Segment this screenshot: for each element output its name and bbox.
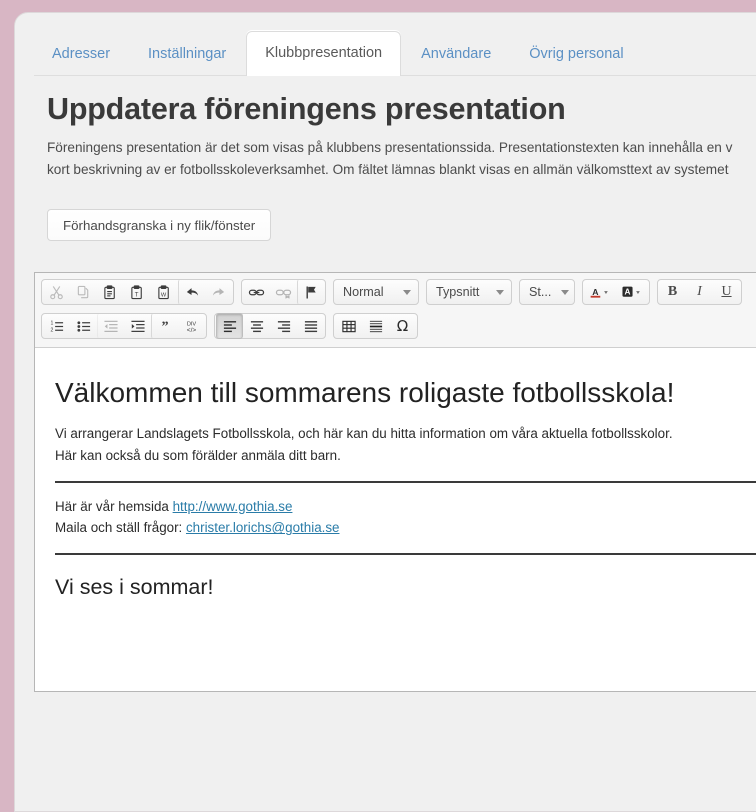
undo-icon[interactable] [178,279,205,305]
content-email-label: Maila och ställ frågor: [55,520,186,536]
svg-text:A: A [592,286,599,296]
content-homepage-label: Här är vår hemsida [55,498,173,514]
content-paragraph-1-line-2: Här kan också du som förälder anmäla dit… [55,447,341,463]
horizontal-rule-icon[interactable] [362,313,389,339]
content-heading-1: Välkommen till sommarens roligaste fotbo… [55,377,675,408]
toolbar-group-list: 1 2 ” DIV </> [41,313,207,339]
svg-text:1: 1 [50,320,53,326]
tab-anvandare[interactable]: Användare [403,31,509,76]
italic-label: I [697,284,702,299]
redo-icon[interactable] [205,279,232,305]
table-icon[interactable] [335,313,362,339]
align-right-icon[interactable] [270,313,297,339]
copy-icon[interactable] [70,279,97,305]
toolbar-group-color: A A [582,279,650,305]
toolbar-group-link [241,279,326,305]
tab-bar: Adresser Inställningar Klubbpresentation… [34,20,756,76]
svg-text:A: A [625,287,631,296]
page-title: Uppdatera föreningens presentation [47,92,566,126]
paste-word-icon[interactable]: W [151,279,178,305]
svg-text:W: W [161,292,167,298]
chevron-down-icon [403,289,411,295]
anchor-flag-icon[interactable] [297,279,324,305]
homepage-link[interactable]: http://www.gothia.se [173,499,293,514]
toolbar-group-insert: Ω [333,313,418,339]
font-family-select[interactable]: Typsnitt [426,279,512,305]
paragraph-format-select[interactable]: Normal [333,279,419,305]
text-color-icon[interactable]: A [584,279,616,305]
svg-text:”: ” [161,319,168,334]
svg-text:</>: </> [187,327,197,334]
email-link[interactable]: christer.lorichs@gothia.se [186,520,340,535]
paste-icon[interactable] [97,279,124,305]
cut-icon[interactable] [43,279,70,305]
tab-ovrig-personal[interactable]: Övrig personal [511,31,641,76]
align-justify-icon[interactable] [297,313,324,339]
toolbar-group-align [214,313,326,339]
editor-toolbar-row-1: T W Normal Typsnitt St... A A B I U [35,273,756,307]
font-size-value: St... [529,285,552,299]
svg-text:T: T [135,291,139,298]
chevron-down-icon [496,289,504,295]
omega-label: Ω [396,317,409,335]
numbered-list-icon[interactable]: 1 2 [43,313,70,339]
content-heading-2: Vi ses i sommar! [55,575,214,600]
tab-klubbpresentation[interactable]: Klubbpresentation [246,31,402,76]
toolbar-group-style: B I U [657,279,742,305]
underline-label: U [721,284,732,299]
preview-in-new-tab-button[interactable]: Förhandsgranska i ny flik/fönster [47,209,272,241]
bold-label: B [667,284,678,299]
outdent-icon[interactable] [97,313,124,339]
editor-toolbar-row-2: 1 2 ” DIV </> Ω [35,307,756,341]
content-horizontal-rule-2 [55,553,756,556]
font-size-select[interactable]: St... [519,279,575,305]
italic-icon[interactable]: I [686,279,713,305]
blockquote-icon[interactable]: ” [151,313,178,339]
content-paragraph-2: Här är vår hemsida http://www.gothia.se … [55,496,756,540]
content-paragraph-1-line-1: Vi arrangerar Landslagets Fotbollsskola,… [55,426,673,441]
align-left-icon[interactable] [216,313,243,339]
paste-text-icon[interactable]: T [124,279,151,305]
indent-icon[interactable] [124,313,151,339]
rich-text-editor: T W Normal Typsnitt St... A A B I U 1 2 … [34,272,756,692]
editor-content-area[interactable]: Välkommen till sommarens roligaste fotbo… [35,347,756,691]
svg-text:2: 2 [50,327,53,333]
div-container-icon[interactable]: DIV </> [178,313,205,339]
tab-installningar[interactable]: Inställningar [130,31,244,76]
bulleted-list-icon[interactable] [70,313,97,339]
link-icon[interactable] [243,279,270,305]
unlink-icon[interactable] [270,279,297,305]
bold-icon[interactable]: B [659,279,686,305]
font-family-value: Typsnitt [436,285,480,299]
content-horizontal-rule-1 [55,480,756,483]
background-color-icon[interactable]: A [616,279,648,305]
align-center-icon[interactable] [243,313,270,339]
tab-adresser[interactable]: Adresser [34,31,128,76]
chevron-down-icon [561,289,570,295]
underline-icon[interactable]: U [713,279,740,305]
page-description: Föreningens presentation är det som visa… [47,140,733,177]
content-paragraph-1: Vi arrangerar Landslagets Fotbollsskola,… [55,423,756,467]
paragraph-format-value: Normal [343,285,384,299]
special-character-icon[interactable]: Ω [389,313,416,339]
toolbar-group-clipboard: T W [41,279,234,305]
